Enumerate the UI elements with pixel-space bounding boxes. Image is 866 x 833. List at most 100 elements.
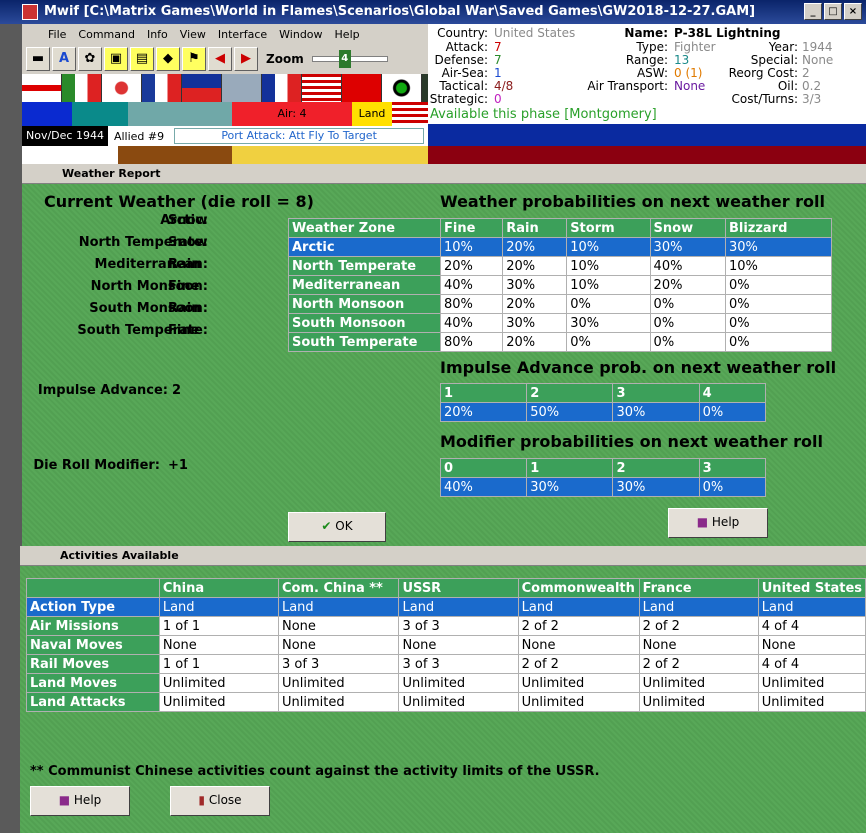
oil-value: 0.2 [802, 79, 822, 93]
table-cell: None [277, 616, 400, 636]
tank-icon[interactable]: ▬ [26, 47, 50, 71]
range-label: Range: [625, 53, 668, 67]
table-row[interactable]: North Temperate 20% 20% 10% 40% 10% [288, 256, 833, 276]
table-cell: 3 of 3 [277, 654, 400, 674]
china-flag-icon[interactable] [182, 74, 222, 102]
column-header: 3 [698, 458, 767, 478]
row-header: South Monsoon [288, 313, 441, 333]
weather-help-button[interactable]: ■ Help [668, 508, 768, 538]
type-label: Type: [636, 40, 668, 54]
table-row[interactable]: Land Attacks Unlimited Unlimited Unlimit… [26, 692, 866, 712]
red-bar [428, 146, 866, 164]
availability-text: Available this phase [Montgomery] [430, 107, 657, 122]
table-row[interactable]: North Monsoon 80% 20% 0% 0% 0% [288, 294, 833, 314]
arrow-left-icon[interactable]: ◀ [208, 47, 232, 71]
table-cell: 40% [439, 313, 504, 333]
table-cell: None [158, 635, 279, 655]
japan-flag-icon[interactable] [102, 74, 142, 102]
table-row[interactable]: Rail Moves 1 of 1 3 of 3 3 of 3 2 of 2 2… [26, 654, 866, 674]
gear-icon[interactable]: ✿ [78, 47, 102, 71]
menu-help[interactable]: Help [331, 28, 364, 41]
title-bar: Mwif [C:\Matrix Games\World in Flames\Sc… [0, 0, 866, 24]
grid-icon[interactable]: ▣ [104, 47, 128, 71]
minimize-icon[interactable]: _ [804, 3, 822, 20]
table-row[interactable]: Arctic 10% 20% 10% 30% 30% [288, 237, 833, 257]
table-cell: 4 of 4 [757, 654, 866, 674]
app-icon [22, 4, 38, 20]
menu-view[interactable]: View [176, 28, 210, 41]
commonwealth-flag-icon[interactable] [222, 74, 262, 102]
defense-label: Defense: [434, 53, 488, 67]
costturns-label: Cost/Turns: [731, 92, 798, 106]
activities-help-button[interactable]: ■ Help [30, 786, 130, 816]
table-row[interactable]: 40% 30% 30% 0% [439, 477, 767, 497]
table-cell: None [757, 635, 866, 655]
menu-interface[interactable]: Interface [214, 28, 271, 41]
target-icon[interactable] [382, 74, 422, 102]
table-cell: None [517, 635, 640, 655]
door-icon: ▮ [198, 793, 206, 807]
arrow-right-icon[interactable]: ▶ [234, 47, 258, 71]
maximize-icon[interactable]: □ [824, 3, 842, 20]
activities-panel-title: Activities Available [20, 546, 866, 566]
vichy-flag-icon[interactable] [142, 74, 182, 102]
menu-info[interactable]: Info [143, 28, 172, 41]
flag-icon[interactable]: ⚑ [182, 47, 206, 71]
table-row[interactable]: South Monsoon 40% 30% 30% 0% 0% [288, 313, 833, 333]
table-cell: 10% [439, 237, 504, 257]
weather-prob-table: Weather Zone Fine Rain Storm Snow Blizza… [288, 218, 833, 352]
column-header: Blizzard [724, 218, 833, 238]
phase-indicator[interactable]: Port Attack: Att Fly To Target [174, 128, 425, 144]
ok-button[interactable]: ✔ OK [288, 512, 386, 542]
italy-flag-icon[interactable] [62, 74, 102, 102]
table-row[interactable]: South Temperate 80% 20% 0% 0% 0% [288, 332, 833, 352]
name-label: Name: [624, 26, 668, 40]
column-header: 2 [612, 458, 700, 478]
hex-icon[interactable]: ▤ [130, 47, 154, 71]
reorg-value: 2 [802, 66, 810, 80]
table-cell: 20% [649, 275, 726, 295]
zoom-slider[interactable]: 4 [311, 50, 388, 68]
table-cell: 80% [439, 332, 504, 352]
table-cell: 1 of 1 [158, 616, 279, 636]
row-header: Mediterranean [288, 275, 441, 295]
table-cell: Unlimited [158, 692, 279, 712]
close-icon[interactable]: × [844, 3, 862, 20]
tag-icon[interactable]: ◆ [156, 47, 180, 71]
table-row[interactable]: 20% 50% 30% 0% [439, 402, 767, 422]
column-header: Weather Zone [288, 218, 441, 238]
table-cell: Unlimited [638, 692, 759, 712]
current-weather-heading: Current Weather (die roll = 8) [44, 192, 314, 211]
strategic-value: 0 [494, 92, 502, 106]
table-cell: 2 of 2 [638, 616, 759, 636]
status-bar: Nov/Dec 1944 Allied #9 Port Attack: Att … [22, 126, 428, 146]
zoom-label: Zoom [266, 52, 304, 66]
table-cell: 3 of 3 [398, 616, 519, 636]
die-roll-modifier-label: Die Roll Modifier: [33, 458, 160, 473]
row-header: Arctic [288, 237, 441, 257]
table-cell: Unlimited [398, 673, 519, 693]
window-title: Mwif [C:\Matrix Games\World in Flames\Sc… [44, 4, 756, 19]
zoom-thumb[interactable]: 4 [338, 50, 351, 68]
menu-window[interactable]: Window [275, 28, 326, 41]
menu-command[interactable]: Command [74, 28, 139, 41]
usa-flag-icon[interactable] [302, 74, 342, 102]
table-row[interactable]: Mediterranean 40% 30% 10% 20% 0% [288, 275, 833, 295]
impulse-prob-table: 1 2 3 4 20% 50% 30% 0% [439, 383, 767, 422]
france-flag-icon[interactable] [262, 74, 302, 102]
table-row[interactable]: Naval Moves None None None None None Non… [26, 635, 866, 655]
ussr-flag-icon[interactable] [342, 74, 382, 102]
font-icon[interactable]: A [52, 47, 76, 71]
air-indicator: Air: 4 [232, 102, 352, 126]
close-button[interactable]: ▮ Close [170, 786, 270, 816]
table-row[interactable]: Action Type Land Land Land Land Land Lan… [26, 597, 866, 617]
table-cell: 2 of 2 [517, 616, 640, 636]
table-row[interactable]: Land Moves Unlimited Unlimited Unlimited… [26, 673, 866, 693]
menu-file[interactable]: File [44, 28, 70, 41]
unit-info-panel: Country: United States Attack: 7 Defense… [428, 24, 866, 124]
zone-value: Rain [168, 257, 201, 272]
table-cell: Unlimited [277, 692, 400, 712]
table-cell: Land [757, 597, 866, 617]
table-row[interactable]: Air Missions 1 of 1 None 3 of 3 2 of 2 2… [26, 616, 866, 636]
germany-flag-icon[interactable] [22, 74, 62, 102]
